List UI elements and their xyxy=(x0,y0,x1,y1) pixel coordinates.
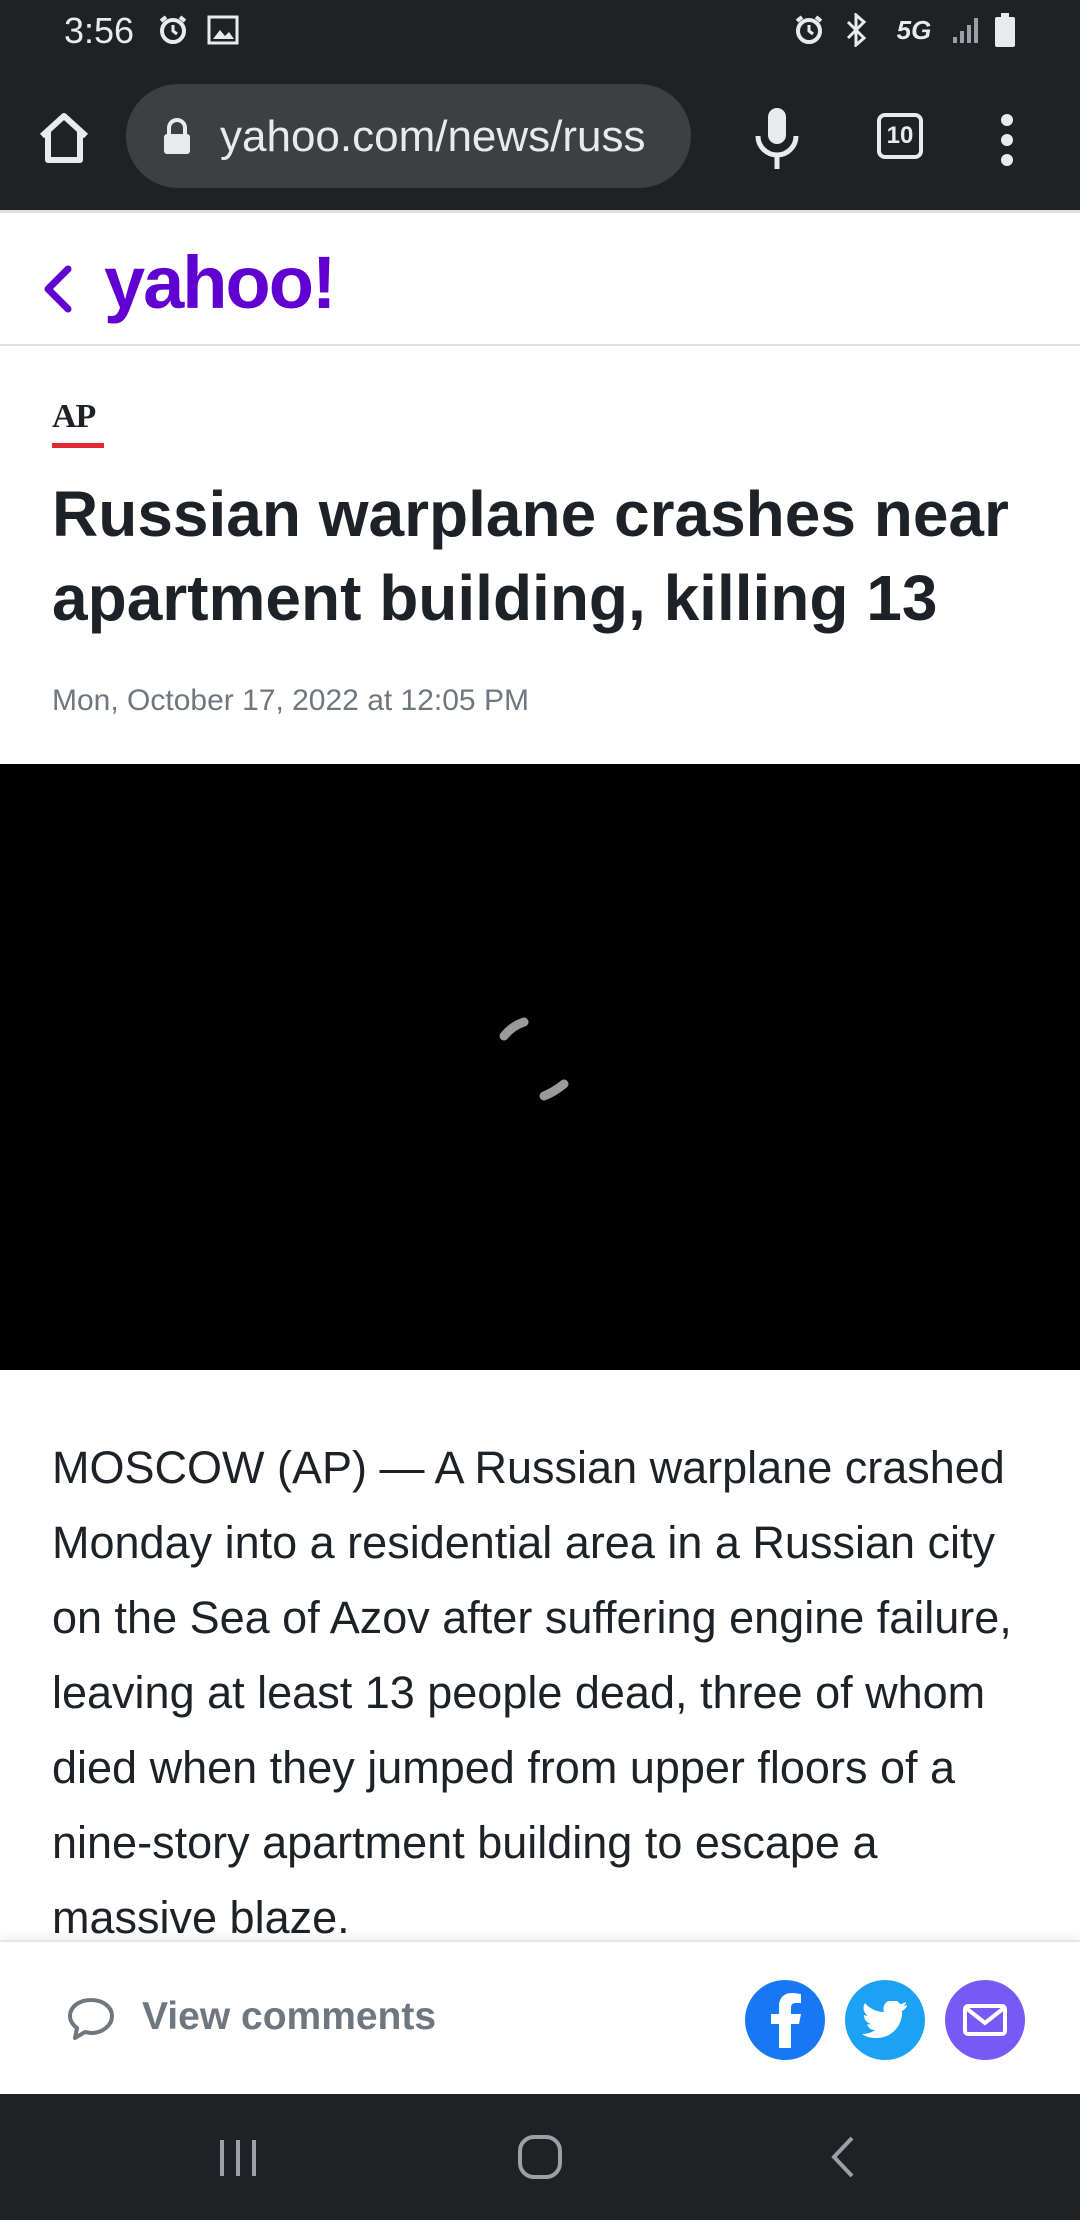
home-icon[interactable] xyxy=(34,108,94,168)
mail-icon xyxy=(963,2004,1007,2036)
site-header: yahoo! xyxy=(0,210,1080,346)
view-comments-button[interactable]: View comments xyxy=(142,1992,436,2042)
battery-icon xyxy=(992,12,1018,48)
source-logo[interactable]: AP xyxy=(52,398,96,436)
network-type-label: 5G xyxy=(896,14,932,45)
back-chevron-icon[interactable] xyxy=(40,261,74,317)
article-date: Mon, October 17, 2022 at 12:05 PM xyxy=(52,684,529,717)
email-share-button[interactable] xyxy=(945,1980,1025,2060)
facebook-icon xyxy=(771,1993,801,2048)
alarm-icon xyxy=(156,12,190,48)
browser-toolbar: yahoo.com/news/russ 10 xyxy=(0,64,1080,210)
more-menu-icon[interactable] xyxy=(995,110,1019,170)
source-logo-underline xyxy=(52,443,104,448)
status-time: 3:56 xyxy=(64,10,135,51)
image-icon xyxy=(206,12,240,48)
back-nav-icon[interactable] xyxy=(826,2130,860,2184)
tab-switcher-button[interactable]: 10 xyxy=(877,113,923,159)
signal-icon xyxy=(950,12,984,48)
article-title: Russian warplane crashes near apartment … xyxy=(52,478,1009,634)
article-action-bar: View comments xyxy=(0,1940,1080,2094)
alarm-icon xyxy=(792,12,826,48)
article-body: MOSCOW (AP) — A Russian warplane crashed… xyxy=(52,1442,1012,1943)
microphone-icon[interactable] xyxy=(750,104,804,174)
twitter-share-button[interactable] xyxy=(845,1980,925,2060)
twitter-icon xyxy=(862,2001,907,2038)
comment-bubble-icon[interactable] xyxy=(66,1996,116,2042)
home-nav-icon[interactable] xyxy=(514,2130,566,2184)
system-nav-bar xyxy=(0,2094,1080,2220)
url-text[interactable]: yahoo.com/news/russ xyxy=(220,110,670,164)
recent-apps-icon[interactable] xyxy=(216,2130,260,2184)
lock-icon xyxy=(162,118,192,156)
loading-spinner-icon xyxy=(494,1014,584,1114)
yahoo-logo[interactable]: yahoo! xyxy=(104,243,337,323)
address-bar[interactable]: yahoo.com/news/russ xyxy=(126,84,691,188)
status-bar: 3:56 5G xyxy=(0,0,1080,64)
bluetooth-icon xyxy=(842,12,870,48)
facebook-share-button[interactable] xyxy=(745,1980,825,2060)
